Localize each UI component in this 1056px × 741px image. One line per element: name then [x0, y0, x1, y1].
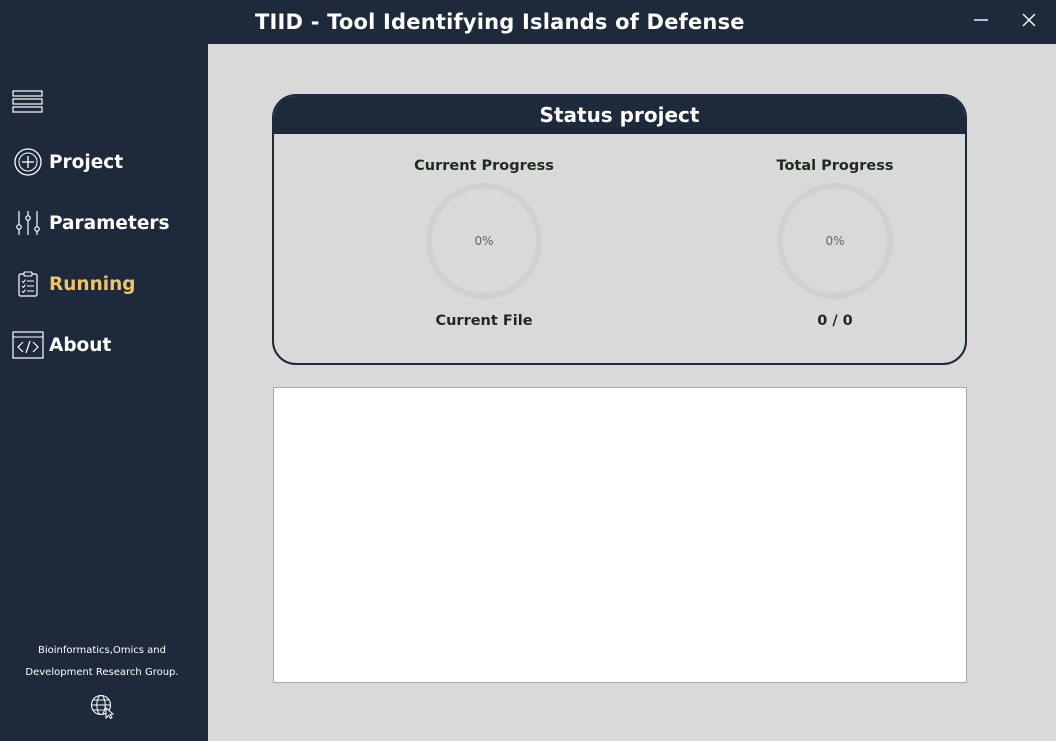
sidebar-item-label: About: [49, 334, 112, 356]
current-file-wrap: Current File: [334, 313, 634, 329]
sidebar-item-about[interactable]: About: [12, 327, 202, 363]
hamburger-menu-icon[interactable]: [12, 89, 44, 115]
close-button[interactable]: [1014, 8, 1044, 36]
sidebar-item-label: Project: [49, 151, 124, 173]
sidebar-item-parameters[interactable]: Parameters: [12, 205, 202, 241]
log-output-area[interactable]: [273, 387, 967, 683]
current-progress-label: Current Progress: [414, 158, 554, 174]
footer-credit-line2: Development Research Group.: [25, 667, 179, 678]
app-title: TIID - Tool Identifying Islands of Defen…: [255, 10, 745, 34]
file-count-wrap: 0 / 0: [685, 313, 965, 329]
file-count: 0 / 0: [817, 313, 853, 329]
globe-icon[interactable]: [89, 693, 115, 720]
sidebar-item-label: Running: [49, 273, 136, 295]
status-panel-title: Status project: [274, 96, 965, 134]
minimize-icon: [973, 12, 989, 32]
total-progress-percent: 0%: [825, 234, 845, 248]
code-icon: [12, 329, 44, 361]
sidebar-item-label: Parameters: [49, 212, 170, 234]
clipboard-checklist-icon: [12, 268, 44, 300]
close-icon: [1021, 12, 1037, 32]
current-progress-percent: 0%: [474, 234, 494, 248]
current-progress-label-wrap: Current Progress: [334, 158, 634, 174]
sidebar: Project Parameters Running About Bioinfo…: [0, 44, 208, 741]
footer-credit-line1: Bioinformatics,Omics and: [38, 645, 166, 656]
current-file-label: Current File: [435, 313, 533, 329]
total-progress-label: Total Progress: [776, 158, 894, 174]
add-circle-icon: [12, 146, 44, 178]
sliders-icon: [12, 207, 44, 239]
minimize-button[interactable]: [966, 8, 996, 36]
title-bar: TIID - Tool Identifying Islands of Defen…: [0, 0, 1056, 44]
status-project-panel: Status project Current Progress Total Pr…: [272, 94, 967, 365]
sidebar-item-running[interactable]: Running: [12, 266, 202, 302]
total-progress-label-wrap: Total Progress: [685, 158, 965, 174]
sidebar-item-project[interactable]: Project: [12, 144, 202, 180]
